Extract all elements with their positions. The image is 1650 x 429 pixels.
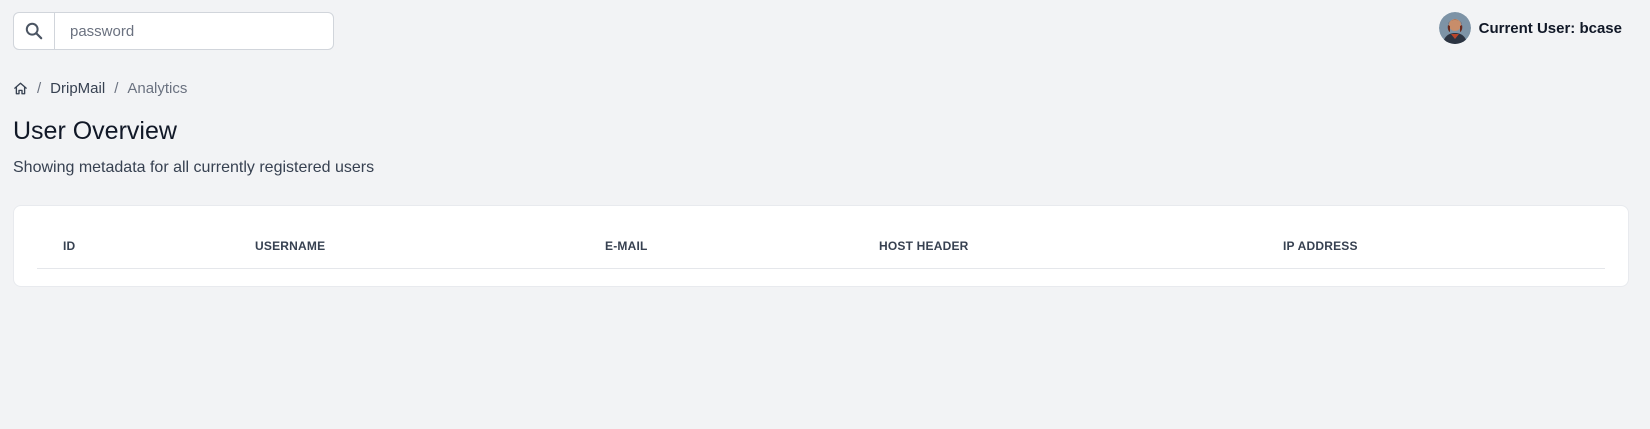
current-user[interactable]: Current User: bcase — [1438, 12, 1622, 44]
breadcrumb: / DripMail / Analytics — [13, 80, 187, 97]
breadcrumb-separator: / — [37, 80, 42, 97]
breadcrumb-item-dripmail[interactable]: DripMail — [50, 80, 105, 97]
column-header-email[interactable]: E-MAIL — [605, 239, 648, 253]
breadcrumb-item-analytics[interactable]: Analytics — [127, 80, 187, 97]
table-header: ID USERNAME E-MAIL HOST HEADER IP ADDRES… — [37, 206, 1605, 269]
column-header-id[interactable]: ID — [63, 239, 75, 253]
breadcrumb-separator: / — [114, 80, 119, 97]
search-input[interactable] — [55, 13, 333, 49]
home-icon[interactable] — [13, 81, 28, 96]
top-bar: Current User: bcase — [0, 0, 1650, 60]
users-table-card: ID USERNAME E-MAIL HOST HEADER IP ADDRES… — [13, 205, 1629, 287]
current-user-label: Current User: bcase — [1478, 19, 1622, 37]
page-subtitle: Showing metadata for all currently regis… — [13, 159, 375, 176]
search-button[interactable] — [14, 13, 55, 49]
search-box — [13, 12, 334, 50]
search-icon — [25, 22, 43, 40]
column-header-ip-address[interactable]: IP ADDRESS — [1283, 239, 1358, 253]
page-title: User Overview — [13, 117, 177, 145]
avatar[interactable] — [1438, 12, 1471, 44]
column-header-username[interactable]: USERNAME — [255, 239, 325, 253]
column-header-host-header[interactable]: HOST HEADER — [879, 239, 969, 253]
